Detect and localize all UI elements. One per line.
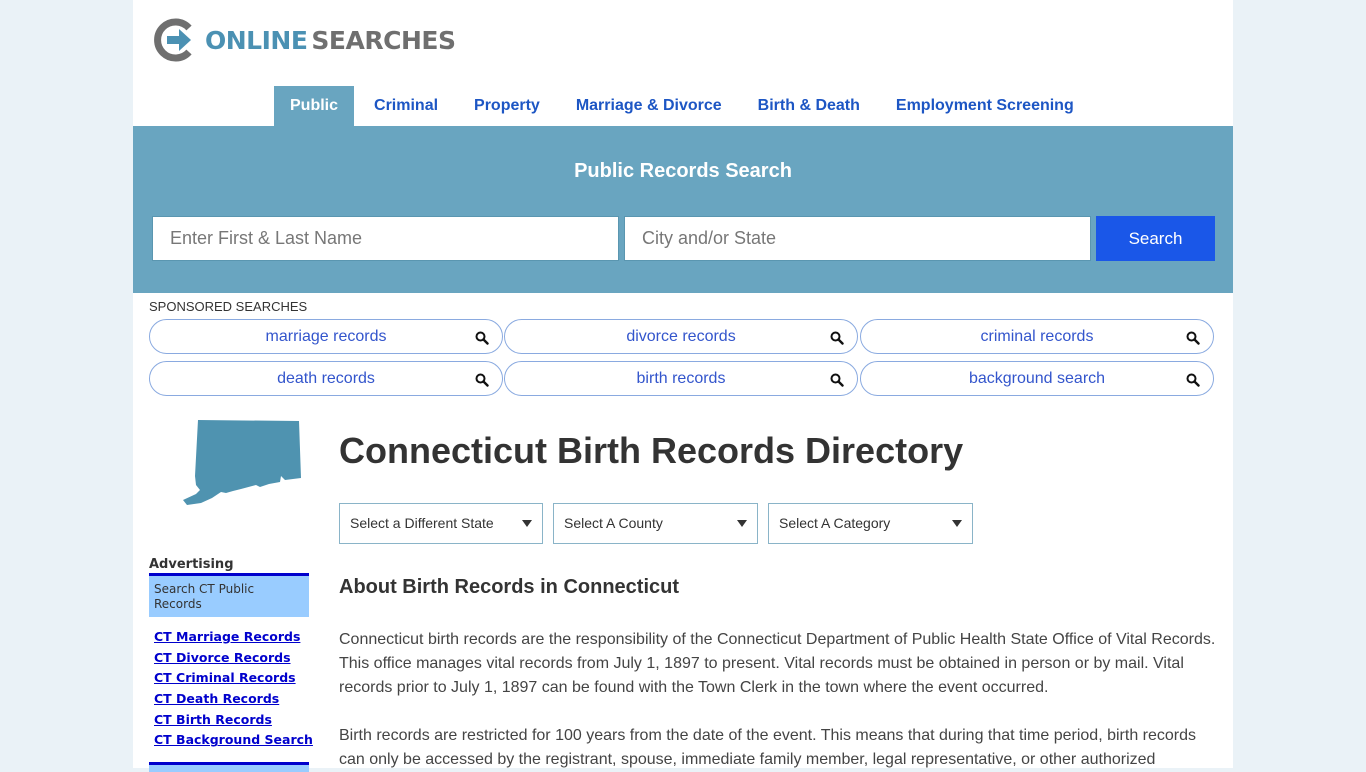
pill-label: criminal records [980, 328, 1094, 345]
sponsored-pill-birth-records[interactable]: birth records [504, 361, 858, 396]
pill-label: background search [968, 370, 1106, 387]
county-select-value: Select A County [564, 515, 663, 531]
logo-icon [154, 18, 192, 62]
sponsored-pill-divorce-records[interactable]: divorce records [504, 319, 858, 354]
chevron-down-icon [522, 520, 532, 527]
paragraph: Connecticut birth records are the respon… [339, 631, 1216, 696]
sponsored-pill-background-search[interactable]: background search [860, 361, 1214, 396]
sidebar-links: CT Marriage Records CT Divorce Records C… [154, 628, 313, 752]
nav-item-employment-screening[interactable]: Employment Screening [880, 86, 1090, 126]
search-button[interactable]: Search [1096, 216, 1215, 261]
sidebar-link-ct-criminal-records[interactable]: CT Criminal Records [154, 669, 313, 690]
advertising-title: Advertising [149, 557, 234, 572]
search-icon [1186, 373, 1200, 387]
name-input[interactable] [152, 216, 619, 261]
city-state-input[interactable] [624, 216, 1091, 261]
sidebar-link-ct-marriage-records[interactable]: CT Marriage Records [154, 628, 313, 649]
search-band: Public Records Search Search [133, 126, 1233, 293]
connecticut-map-icon [183, 420, 301, 505]
search-icon [830, 331, 844, 345]
chevron-down-icon [737, 520, 747, 527]
sponsored-pill-death-records[interactable]: death records [149, 361, 503, 396]
nav-item-birth-death[interactable]: Birth & Death [742, 86, 876, 126]
ad-box-secondary [149, 762, 309, 772]
search-icon [830, 373, 844, 387]
sidebar-link-ct-birth-records[interactable]: CT Birth Records [154, 711, 313, 732]
nav-item-public[interactable]: Public [274, 86, 355, 126]
section-title: About Birth Records in Connecticut [339, 576, 679, 598]
pill-label: birth records [636, 370, 726, 387]
state-select-value: Select a Different State [350, 515, 494, 531]
pill-label: death records [277, 370, 375, 387]
pill-label: marriage records [265, 328, 387, 345]
logo-text-online: ONLINE [205, 25, 308, 55]
nav-item-marriage-divorce[interactable]: Marriage & Divorce [560, 86, 738, 126]
category-select-value: Select A Category [779, 515, 891, 531]
nav-item-property[interactable]: Property [458, 86, 556, 126]
sidebar-link-ct-divorce-records[interactable]: CT Divorce Records [154, 649, 313, 670]
category-select[interactable]: Select A Category [768, 503, 973, 544]
page-container: ONLINE SEARCHES Public Criminal Property… [133, 0, 1233, 772]
pill-label: divorce records [626, 328, 736, 345]
search-icon [475, 373, 489, 387]
ad-box-search-ct[interactable]: Search CT Public Records [149, 573, 309, 617]
page-title: Connecticut Birth Records Directory [339, 430, 964, 471]
state-select[interactable]: Select a Different State [339, 503, 543, 544]
search-band-title: Public Records Search [574, 160, 792, 182]
sidebar-link-ct-background-search[interactable]: CT Background Search [154, 731, 313, 752]
nav-item-criminal[interactable]: Criminal [358, 86, 454, 126]
chevron-down-icon [952, 520, 962, 527]
sponsored-pill-criminal-records[interactable]: criminal records [860, 319, 1214, 354]
search-icon [475, 331, 489, 345]
site-logo[interactable]: ONLINE SEARCHES [153, 18, 456, 62]
paragraph: Birth records are restricted for 100 yea… [339, 727, 1197, 768]
main-nav: Public Criminal Property Marriage & Divo… [274, 86, 1094, 126]
sidebar-link-ct-death-records[interactable]: CT Death Records [154, 690, 313, 711]
logo-text-searches: SEARCHES [311, 25, 456, 55]
sponsored-pill-marriage-records[interactable]: marriage records [149, 319, 503, 354]
search-icon [1186, 331, 1200, 345]
county-select[interactable]: Select A County [553, 503, 758, 544]
sponsored-searches-label: SPONSORED SEARCHES [149, 299, 308, 314]
